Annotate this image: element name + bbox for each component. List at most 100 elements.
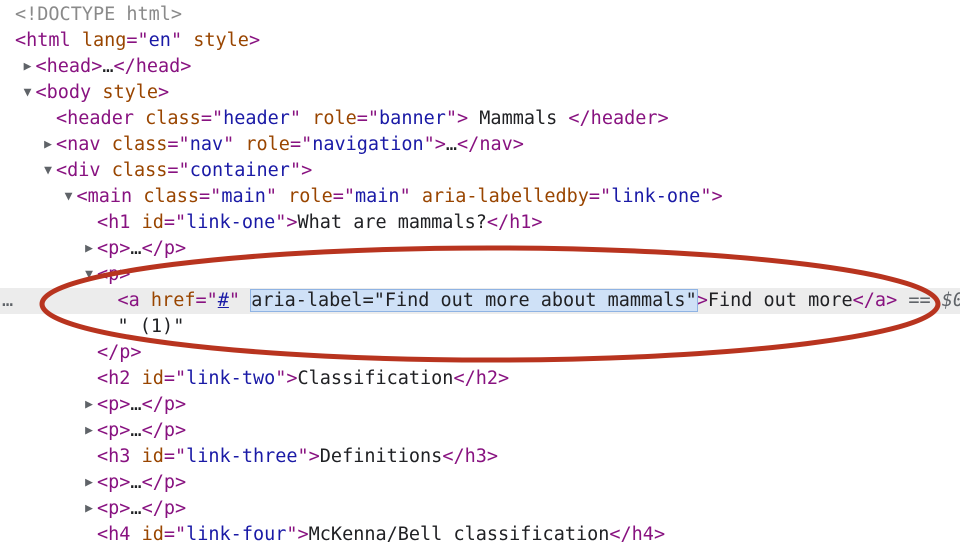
code-token: =" xyxy=(167,134,190,155)
ellipsis-menu-icon[interactable]: … xyxy=(2,288,13,314)
code-token: <p> xyxy=(97,498,131,519)
code-token: " xyxy=(228,290,252,311)
code-token: </header> xyxy=(568,108,669,129)
code-token: id xyxy=(141,524,164,545)
code-token: href xyxy=(150,290,196,311)
dom-node-nav[interactable]: ▶ <nav class="nav" role="navigation">…</n… xyxy=(0,132,960,158)
code-token[interactable]: # xyxy=(218,290,229,311)
code-token: <h2 xyxy=(97,368,142,389)
dom-node-header[interactable]: <header class="header" role="banner"> Ma… xyxy=(0,106,960,132)
code-token: =" xyxy=(356,108,380,129)
triangle-right-icon[interactable]: ▶ xyxy=(82,470,96,496)
code-token: link-one xyxy=(186,212,276,233)
dom-node-p5[interactable]: ▶ <p>…</p> xyxy=(0,470,960,496)
code-token: id xyxy=(141,212,164,233)
code-token: lang xyxy=(81,30,127,51)
code-token: =" xyxy=(199,186,222,207)
code-token: Find out more xyxy=(707,290,853,311)
code-token: banner xyxy=(379,108,446,129)
code-token: … xyxy=(445,134,458,155)
dom-node-head[interactable]: ▶ <head>…</head> xyxy=(0,54,960,80)
dom-node-p2-close[interactable]: </p> xyxy=(0,340,960,366)
code-token: link-two xyxy=(186,368,276,389)
highlighted-attribute[interactable]: aria-label="Find out more about mammals" xyxy=(250,289,698,312)
dom-node-p4[interactable]: ▶ <p>…</p> xyxy=(0,418,960,444)
code-token: =" xyxy=(200,108,224,129)
code-token: <h1 xyxy=(97,212,142,233)
dom-node-div-container[interactable]: ▼ <div class="container"> xyxy=(0,158,960,184)
dom-node-h2[interactable]: <h2 id="link-two">Classification</h2> xyxy=(0,366,960,392)
code-token: </p> xyxy=(97,342,142,363)
code-token: </a> xyxy=(852,290,898,311)
triangle-down-icon[interactable]: ▼ xyxy=(62,184,76,210)
dom-node-anchor[interactable]: … <a href="#" aria-label="Find out more a… xyxy=(0,288,960,314)
code-token: link-three xyxy=(186,446,298,467)
code-token: </h4> xyxy=(609,524,666,545)
code-token: =" xyxy=(163,212,187,233)
code-token: … xyxy=(130,420,142,441)
code-token: style xyxy=(193,30,249,51)
code-token: role xyxy=(245,134,290,155)
triangle-right-icon[interactable]: ▶ xyxy=(82,392,96,418)
triangle-right-icon[interactable]: ▶ xyxy=(82,236,96,262)
dom-node-h4[interactable]: <h4 id="link-four">McKenna/Bell classifi… xyxy=(0,522,960,548)
dom-node-p1[interactable]: ▶ <p>…</p> xyxy=(0,236,960,262)
code-token: <p> xyxy=(97,238,131,259)
code-token: Mammals xyxy=(468,108,569,129)
code-token: role xyxy=(312,108,357,129)
code-token: > xyxy=(248,30,261,51)
code-token: id xyxy=(141,368,164,389)
code-token: nav xyxy=(189,134,224,155)
dom-node-main[interactable]: ▼ <main class="main" role="main" aria-lab… xyxy=(0,184,960,210)
code-token: =" xyxy=(163,524,187,545)
code-token: <p> xyxy=(97,472,131,493)
dom-node-h3[interactable]: <h3 id="link-three">Definitions</h3> xyxy=(0,444,960,470)
dom-node-html[interactable]: <html lang="en" style> xyxy=(0,28,960,54)
code-token: "> xyxy=(275,212,298,233)
code-token: =" xyxy=(332,186,355,207)
triangle-right-icon[interactable]: ▶ xyxy=(41,132,55,158)
code-token: class xyxy=(145,108,201,129)
code-token: McKenna/Bell classification xyxy=(308,524,610,545)
code-token: <head> xyxy=(35,56,103,77)
code-token: " xyxy=(289,108,313,129)
code-token: =" xyxy=(167,160,190,181)
code-token: </h2> xyxy=(453,368,510,389)
dom-node-p6[interactable]: ▶ <p>…</p> xyxy=(0,496,960,522)
code-token: =" xyxy=(289,134,313,155)
code-token: Definitions xyxy=(319,446,443,467)
dom-node-body[interactable]: ▼ <body style> xyxy=(0,80,960,106)
code-token: > xyxy=(158,82,170,103)
triangle-right-icon[interactable]: ▶ xyxy=(82,418,96,444)
code-token: =" xyxy=(163,368,187,389)
code-token: =" xyxy=(588,186,612,207)
triangle-down-icon[interactable]: ▼ xyxy=(21,80,35,106)
code-token: en xyxy=(148,30,171,51)
triangle-down-icon[interactable]: ▼ xyxy=(82,262,96,288)
code-token: " xyxy=(223,134,246,155)
code-token: "> xyxy=(297,446,320,467)
code-token: "> xyxy=(289,160,313,181)
dom-node-p2-open[interactable]: ▼ <p> xyxy=(0,262,960,288)
dom-node-h1[interactable]: <h1 id="link-one">What are mammals?</h1> xyxy=(0,210,960,236)
dom-node-text-node[interactable]: " (1)" xyxy=(0,314,960,340)
triangle-right-icon[interactable]: ▶ xyxy=(82,496,96,522)
code-token: … xyxy=(130,498,142,519)
triangle-down-icon[interactable]: ▼ xyxy=(41,158,55,184)
triangle-right-icon[interactable]: ▶ xyxy=(21,54,35,80)
dom-node-doctype[interactable]: <!DOCTYPE html> xyxy=(0,2,960,28)
code-token: "> xyxy=(445,108,469,129)
code-token: </h1> xyxy=(486,212,543,233)
code-token: <nav xyxy=(56,134,112,155)
dom-node-p3[interactable]: ▶ <p>…</p> xyxy=(0,392,960,418)
code-token: … xyxy=(130,394,142,415)
code-token: <p> xyxy=(97,420,131,441)
code-token: <h4 xyxy=(97,524,142,545)
code-token: <p> xyxy=(97,264,131,285)
code-token: "> xyxy=(275,368,298,389)
code-token: main xyxy=(355,186,400,207)
code-token: =" xyxy=(163,446,187,467)
code-token: class xyxy=(111,134,168,155)
code-token: =" xyxy=(195,290,218,311)
code-token: </p> xyxy=(141,498,187,519)
